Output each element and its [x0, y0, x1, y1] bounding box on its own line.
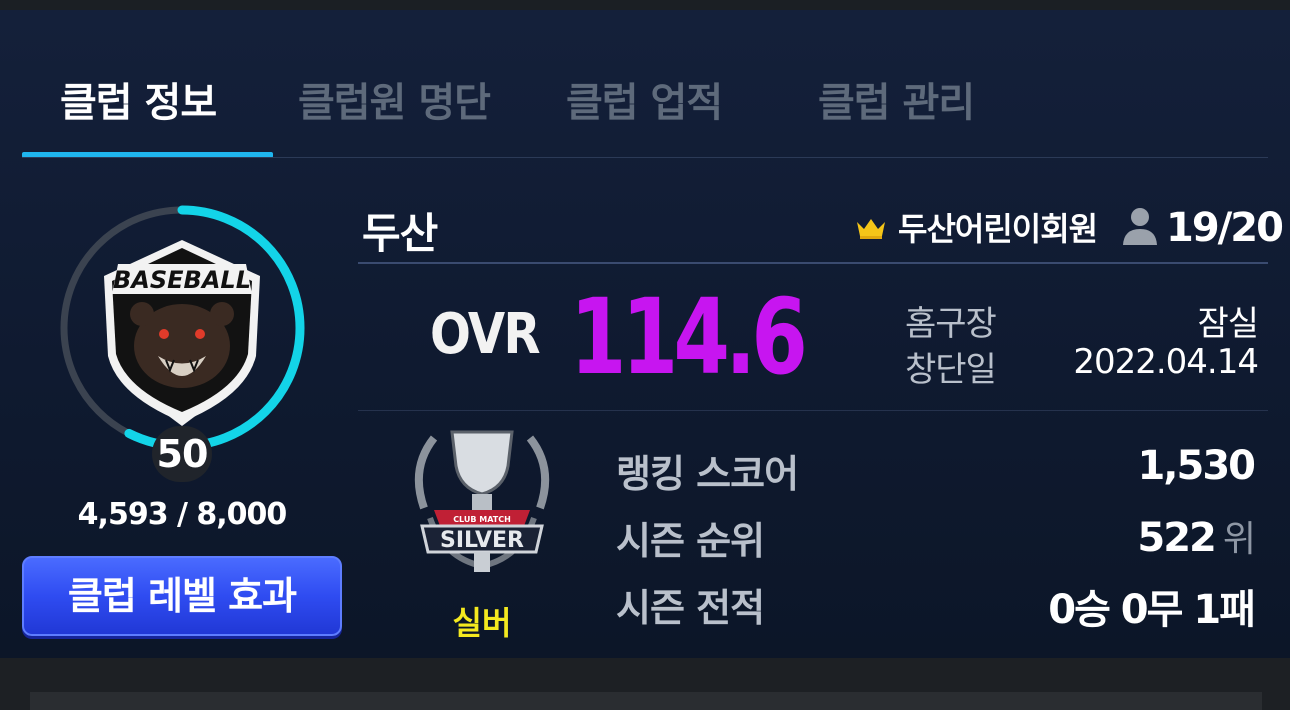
club-level-effect-button[interactable]: 클럽 레벨 효과: [22, 556, 342, 636]
tab-club-achievements[interactable]: 클럽 업적: [566, 70, 723, 128]
tier-badge-text: SILVER: [440, 528, 524, 553]
tab-club-info[interactable]: 클럽 정보: [60, 70, 217, 128]
silver-tier-emblem: CLUB MATCH SILVER: [414, 430, 550, 572]
club-name: 두산: [362, 209, 438, 258]
ranking-score-value: 1,530: [1137, 443, 1256, 489]
season-record-label: 시즌 전적: [616, 586, 765, 630]
tier-name: 실버: [452, 604, 512, 642]
tab-club-management[interactable]: 클럽 관리: [818, 70, 975, 128]
founded-date-label: 창단일: [905, 350, 997, 390]
tab-divider: [22, 157, 1268, 158]
club-level-badge: 50: [152, 426, 212, 482]
header-divider: [358, 262, 1268, 264]
club-exp-text: 4,593 / 8,000: [77, 497, 288, 532]
tab-member-list[interactable]: 클럽원 명단: [298, 70, 491, 128]
founded-date-value: 2022.04.14: [1073, 342, 1259, 382]
ovr-value: 114.6: [570, 276, 808, 398]
season-rank-value: 522: [1137, 515, 1216, 561]
season-rank-unit: 위: [1222, 519, 1256, 560]
ranking-score-label: 랭킹 스코어: [616, 452, 799, 496]
top-strip: [0, 0, 1290, 10]
crown-icon: [857, 219, 885, 239]
next-card: [30, 692, 1262, 710]
tier-badge-subtext: CLUB MATCH: [453, 515, 511, 524]
club-emblem: BASEBALL: [104, 240, 260, 426]
club-leader-name: 두산어린이회원: [898, 210, 1098, 248]
season-rank-label: 시즌 순위: [616, 519, 765, 563]
ovr-label: OVR: [430, 302, 541, 367]
person-icon: [1123, 208, 1157, 245]
member-count: 19/20: [1166, 205, 1284, 251]
emblem-text: BASEBALL: [113, 266, 251, 294]
season-rank: 522 위: [1137, 510, 1256, 562]
home-stadium-value: 잠실: [1197, 304, 1259, 344]
season-record-value: 0승 0무 1패: [1048, 587, 1256, 633]
section-divider: [358, 410, 1268, 411]
home-stadium-label: 홈구장: [905, 304, 997, 344]
